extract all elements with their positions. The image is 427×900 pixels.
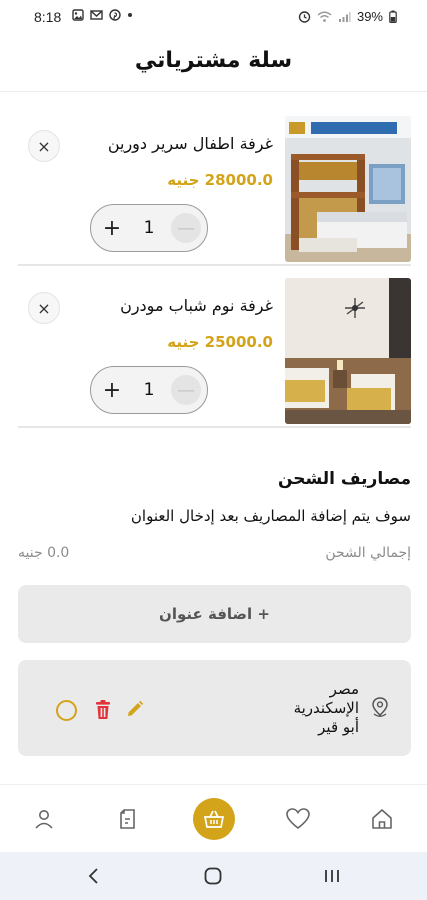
shipping-total-row: إجمالي الشحن 0.0 جنيه — [18, 545, 411, 567]
increase-quantity-button[interactable]: + — [97, 213, 127, 243]
profile-tab[interactable] — [30, 805, 58, 833]
basket-icon — [203, 810, 225, 828]
quantity-stepper: + 1 — — [90, 204, 208, 252]
decrease-quantity-button[interactable]: — — [170, 375, 201, 405]
delete-address-icon[interactable] — [93, 699, 113, 721]
wifi-icon — [317, 11, 332, 22]
remove-item-button[interactable]: × — [28, 292, 60, 324]
address-area: أبو قير — [318, 718, 359, 736]
signal-icon — [338, 11, 351, 22]
product-name: غرفة نوم شباب مودرن — [120, 296, 273, 315]
back-icon — [88, 868, 98, 884]
address-city: الإسكندرية — [293, 699, 359, 717]
edit-address-icon[interactable] — [126, 700, 144, 718]
close-icon: × — [37, 298, 51, 318]
home-tab[interactable] — [368, 805, 396, 833]
select-address-radio[interactable] — [56, 700, 77, 721]
shipping-total-label: إجمالي الشحن — [325, 545, 411, 561]
battery-percent: 39% — [356, 9, 383, 24]
image-notification-icon — [72, 9, 84, 21]
add-address-label: + اضافة عنوان — [159, 605, 270, 623]
increase-quantity-button[interactable]: + — [97, 375, 127, 405]
product-image-bunk-bed[interactable] — [285, 116, 411, 262]
page-title: سلة مشترياتي — [134, 48, 293, 73]
decrease-quantity-button[interactable]: — — [170, 213, 201, 243]
favorites-tab[interactable] — [284, 805, 312, 833]
back-button[interactable] — [80, 864, 108, 888]
quantity-stepper: + 1 — — [90, 366, 208, 414]
battery-icon — [389, 10, 397, 23]
address-card[interactable]: مصر الإسكندرية أبو قير — [18, 660, 411, 756]
recents-icon — [325, 870, 339, 882]
user-icon — [35, 810, 53, 829]
recents-button[interactable] — [318, 864, 346, 888]
product-image-bedroom[interactable] — [285, 278, 411, 424]
cart-tab[interactable] — [193, 798, 235, 840]
orders-icon — [120, 809, 135, 829]
close-icon: × — [37, 136, 51, 156]
home-system-button[interactable] — [199, 864, 227, 888]
remove-item-button[interactable]: × — [28, 130, 60, 162]
divider — [18, 264, 411, 266]
cart-item: غرفة نوم شباب مودرن 25000.0 جنيه × + 1 — — [18, 278, 411, 424]
product-price: 28000.0 جنيه — [167, 171, 273, 189]
status-bar: 8:18 39% — [0, 0, 427, 34]
product-price: 25000.0 جنيه — [167, 333, 273, 351]
quantity-value: 1 — [143, 380, 155, 400]
notification-icons — [72, 9, 133, 21]
heart-icon — [286, 808, 310, 830]
dot-icon — [128, 13, 132, 17]
alarm-icon — [298, 11, 311, 23]
shipping-title: مصاريف الشحن — [277, 469, 411, 489]
cart-item: غرفة اطفال سرير دورين 28000.0 جنيه × + 1… — [18, 116, 411, 262]
bottom-navigation — [0, 784, 427, 852]
status-time: 8:18 — [34, 9, 62, 25]
home-icon — [372, 809, 392, 829]
app-header: سلة مشترياتي — [0, 34, 427, 92]
system-navigation-bar — [0, 852, 427, 900]
quantity-value: 1 — [143, 218, 155, 238]
add-address-button[interactable]: + اضافة عنوان — [18, 585, 411, 643]
system-icons: 39% — [298, 9, 397, 24]
shipping-total-value: 0.0 جنيه — [18, 545, 70, 561]
orders-tab[interactable] — [114, 805, 142, 833]
address-country: مصر — [329, 680, 359, 698]
location-pin-icon — [372, 697, 388, 717]
address-text: مصر الإسكندرية أبو قير — [294, 680, 359, 737]
shipping-note: سوف يتم إضافة المصاريف بعد إدخال العنوان — [130, 507, 411, 525]
home-circle-icon — [204, 867, 222, 885]
product-name: غرفة اطفال سرير دورين — [107, 134, 273, 153]
mail-icon — [90, 10, 103, 20]
divider — [18, 426, 411, 428]
pinterest-icon — [109, 9, 121, 21]
